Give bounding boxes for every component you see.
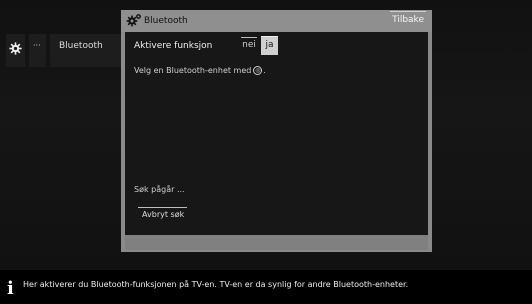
- info-icon: i: [7, 278, 14, 299]
- ok-button-icon: ◎: [253, 66, 263, 75]
- tv-screen: ··· Bluetooth Bluetooth Tilbake Aktivere…: [0, 0, 532, 304]
- bluetooth-gear-icon: [126, 14, 141, 27]
- breadcrumb-bluetooth[interactable]: Bluetooth: [50, 34, 121, 67]
- panel-body: Aktivere funksjon nei ja Velg en Bluetoo…: [125, 32, 428, 235]
- breadcrumb-ellipsis[interactable]: ···: [29, 34, 46, 67]
- hint-suffix: .: [263, 66, 266, 75]
- breadcrumb-bluetooth-label: Bluetooth: [59, 41, 103, 51]
- panel-footer: [125, 235, 428, 250]
- panel-header: Bluetooth Tilbake: [121, 10, 432, 32]
- ellipsis-label: ···: [33, 41, 41, 50]
- info-text: Her aktiverer du Bluetooth-funksjonen på…: [23, 280, 409, 289]
- back-button[interactable]: Tilbake: [390, 11, 426, 27]
- cancel-search-button[interactable]: Avbryt søk: [138, 207, 187, 221]
- toggle-no-option[interactable]: nei: [241, 37, 257, 54]
- panel-title: Bluetooth: [144, 16, 188, 26]
- activate-function-label: Aktivere funksjon: [134, 41, 213, 51]
- hint-prefix: Velg en Bluetooth-enhet med: [134, 66, 252, 75]
- gear-icon: [9, 42, 22, 55]
- select-device-hint: Velg en Bluetooth-enhet med ◎.: [134, 66, 266, 75]
- info-bar: i Her aktiverer du Bluetooth-funksjonen …: [0, 270, 532, 304]
- toggle-yes-option[interactable]: ja: [261, 36, 278, 55]
- search-status: Søk pågår ...: [134, 185, 185, 194]
- breadcrumb-settings[interactable]: [6, 34, 25, 67]
- bluetooth-panel: Bluetooth Tilbake Aktivere funksjon nei …: [121, 10, 432, 252]
